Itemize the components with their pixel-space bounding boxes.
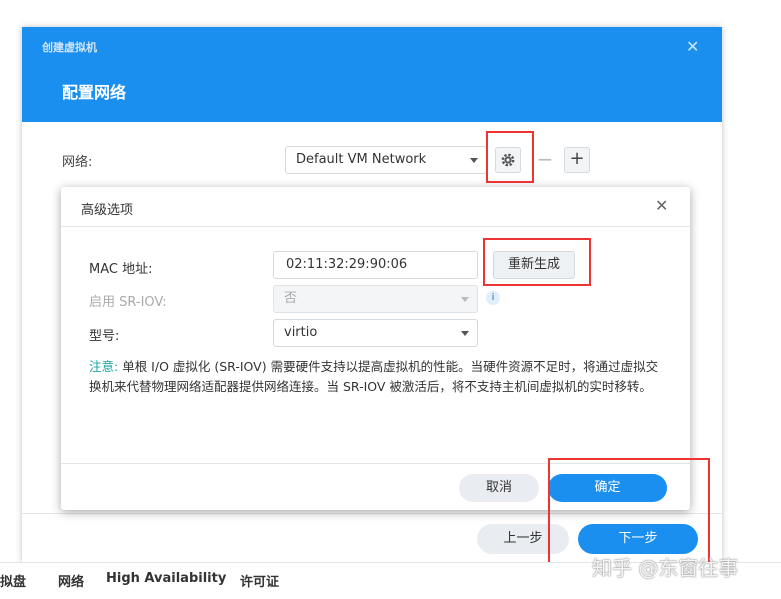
close-icon[interactable]: ✕ <box>655 196 668 215</box>
wizard-app-title: 创建虚拟机 <box>42 41 97 54</box>
dialog-title: 高级选项 <box>81 203 134 218</box>
mac-address-input[interactable]: 02:11:32:29:90:06 <box>273 251 478 279</box>
wizard-step-title: 配置网络 <box>62 83 127 102</box>
model-label: 型号: <box>89 329 120 344</box>
chevron-down-icon <box>461 297 469 302</box>
info-icon[interactable]: i <box>486 291 500 305</box>
network-label: 网络: <box>62 155 93 170</box>
close-icon[interactable]: ✕ <box>686 37 699 56</box>
tab-license[interactable]: 许可证 <box>240 571 279 590</box>
note-text: 单根 I/O 虚拟化 (SR-IOV) 需要硬件支持以提高虚拟机的性能。当硬件资… <box>89 359 659 394</box>
plus-icon: + <box>569 148 585 169</box>
dialog-header-divider <box>61 226 690 227</box>
mac-address-label: MAC 地址: <box>89 262 153 277</box>
chevron-down-icon <box>470 158 478 163</box>
model-select-value: virtio <box>284 325 318 340</box>
sriov-label: 启用 SR-IOV: <box>89 295 167 310</box>
network-select[interactable]: Default VM Network <box>285 146 487 174</box>
annotation-box-regenerate <box>483 238 591 286</box>
watermark: 知乎 @东窗往事 <box>592 556 739 580</box>
add-network-button[interactable]: + <box>564 147 590 173</box>
sriov-select: 否 <box>273 285 478 313</box>
tab-network[interactable]: 网络 <box>58 571 84 590</box>
remove-network-button[interactable]: − <box>532 147 558 173</box>
chevron-down-icon <box>461 331 469 336</box>
sriov-select-value: 否 <box>284 291 298 306</box>
note-label: 注意: <box>89 359 119 374</box>
sriov-note: 注意: 单根 I/O 虚拟化 (SR-IOV) 需要硬件支持以提高虚拟机的性能。… <box>89 357 669 397</box>
tab-high-availability[interactable]: High Availability <box>106 571 226 586</box>
annotation-box-gear <box>486 131 534 183</box>
network-select-value: Default VM Network <box>296 152 427 167</box>
annotation-box-ok <box>548 458 710 566</box>
wizard-header: 创建虚拟机 ✕ 配置网络 <box>22 27 722 122</box>
tab-virtual-disk[interactable]: 虚拟盘 <box>0 571 26 590</box>
minus-icon: − <box>536 147 554 171</box>
cancel-button[interactable]: 取消 <box>459 474 539 502</box>
model-select[interactable]: virtio <box>273 319 478 347</box>
